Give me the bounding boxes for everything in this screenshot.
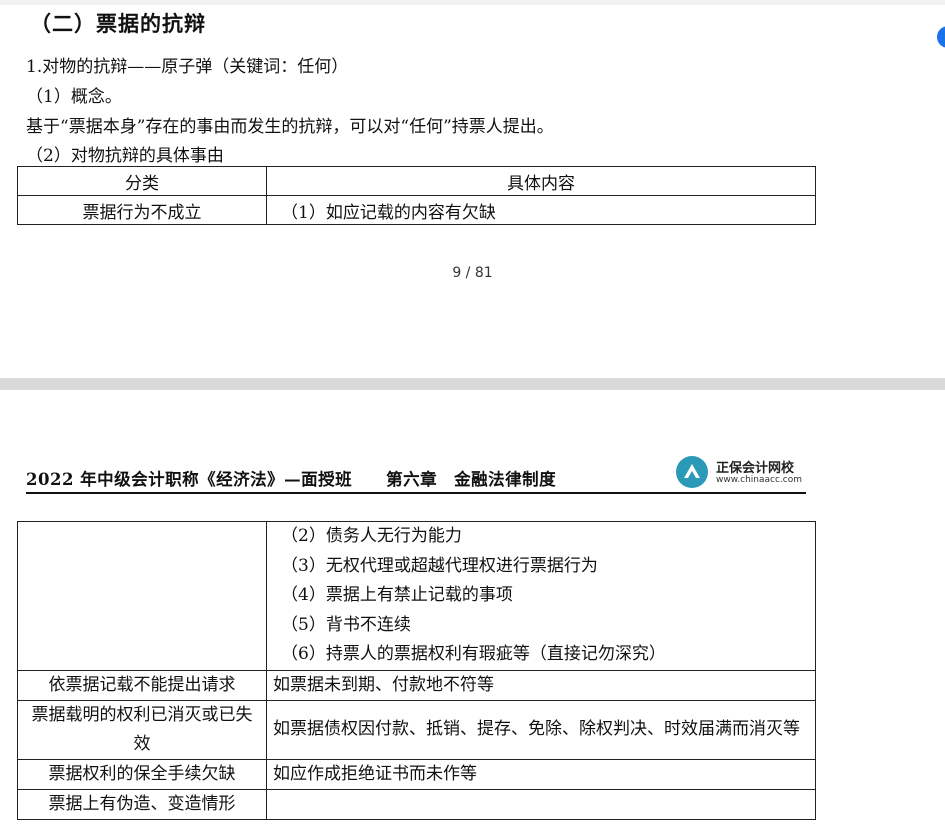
table-cell: 票据载明的权利已消灭或已失效 bbox=[17, 699, 267, 760]
side-action-button[interactable] bbox=[937, 26, 945, 48]
brand-logo: 正保会计网校 www.chinaacc.com bbox=[676, 452, 806, 490]
header-cell-content: 具体内容 bbox=[266, 166, 816, 196]
pdf-page-9: （二）票据的抗辩 1.对物的抗辩——原子弹（关键词：任何） （1）概念。 基于“… bbox=[0, 0, 945, 378]
pdf-page-10: 2022 年中级会计职称《经济法》—面授班 第六章 金融法律制度 正保会计网校 … bbox=[0, 390, 945, 829]
paragraph-line: 1.对物的抗辩——原子弹（关键词：任何） bbox=[26, 57, 349, 77]
logo-mark-icon bbox=[676, 456, 708, 488]
page-top-edge bbox=[0, 0, 945, 5]
table-cell: 票据行为不成立 bbox=[17, 195, 267, 225]
paragraph-line: 基于“票据本身”存在的事由而发生的抗辩，可以对“任何”持票人提出。 bbox=[26, 117, 554, 137]
list-item: （6）持票人的票据权利有瑕疵等（直接记勿深究） bbox=[281, 644, 666, 664]
list-item: （2）债务人无行为能力 bbox=[281, 526, 462, 546]
table-cell bbox=[266, 788, 816, 820]
table-row: 票据权利的保全手续欠缺 如应作成拒绝证书而未作等 bbox=[17, 758, 816, 790]
header-rule bbox=[26, 492, 806, 494]
table-cell: 如票据债权因付款、抵销、提存、免除、除权判决、时效届满而消灭等 bbox=[266, 699, 816, 760]
table-cell: （2）债务人无行为能力 （3）无权代理或超越代理权进行票据行为 （4）票据上有禁… bbox=[266, 521, 816, 671]
list-item: （5）背书不连续 bbox=[281, 614, 411, 635]
page-number: 9 / 81 bbox=[452, 265, 493, 281]
table-header-row: 分类 具体内容 bbox=[17, 166, 816, 196]
table-cell: 如票据未到期、付款地不符等 bbox=[266, 669, 816, 701]
table-row: 票据行为不成立 （1）如应记载的内容有欠缺 bbox=[17, 195, 816, 225]
list-item: （4）票据上有禁止记载的事项 bbox=[281, 585, 513, 605]
table-cell: 票据上有伪造、变造情形 bbox=[17, 788, 267, 820]
header-cell-category: 分类 bbox=[17, 166, 267, 196]
table-row: （2）债务人无行为能力 （3）无权代理或超越代理权进行票据行为 （4）票据上有禁… bbox=[17, 521, 816, 671]
paragraph-line: （1）概念。 bbox=[26, 87, 122, 107]
logo-url: www.chinaacc.com bbox=[716, 475, 802, 485]
logo-name: 正保会计网校 bbox=[716, 461, 795, 476]
table-row: 依票据记载不能提出请求 如票据未到期、付款地不符等 bbox=[17, 669, 816, 701]
table-cell: （1）如应记载的内容有欠缺 bbox=[266, 195, 816, 225]
paragraph-line: （2）对物抗辩的具体事由 bbox=[26, 146, 224, 166]
table-cell: 如应作成拒绝证书而未作等 bbox=[266, 758, 816, 790]
table-row: 票据载明的权利已消灭或已失效 如票据债权因付款、抵销、提存、免除、除权判决、时效… bbox=[17, 699, 816, 760]
section-heading: （二）票据的抗辩 bbox=[30, 11, 206, 36]
table-cell: 依票据记载不能提出请求 bbox=[17, 669, 267, 701]
table-row: 票据上有伪造、变造情形 bbox=[17, 788, 816, 820]
table-cell: 票据权利的保全手续欠缺 bbox=[17, 758, 267, 790]
item-list: （2）债务人无行为能力 （3）无权代理或超越代理权进行票据行为 （4）票据上有禁… bbox=[273, 522, 809, 670]
list-item: （3）无权代理或超越代理权进行票据行为 bbox=[281, 555, 598, 576]
running-header-title: 2022 年中级会计职称《经济法》—面授班 第六章 金融法律制度 bbox=[26, 470, 557, 489]
table-cell-empty bbox=[17, 521, 267, 671]
defense-table-part1: 分类 具体内容 票据行为不成立 （1）如应记载的内容有欠缺 bbox=[17, 166, 816, 225]
defense-table-part2: （2）债务人无行为能力 （3）无权代理或超越代理权进行票据行为 （4）票据上有禁… bbox=[17, 521, 816, 820]
page-separator bbox=[0, 378, 945, 390]
